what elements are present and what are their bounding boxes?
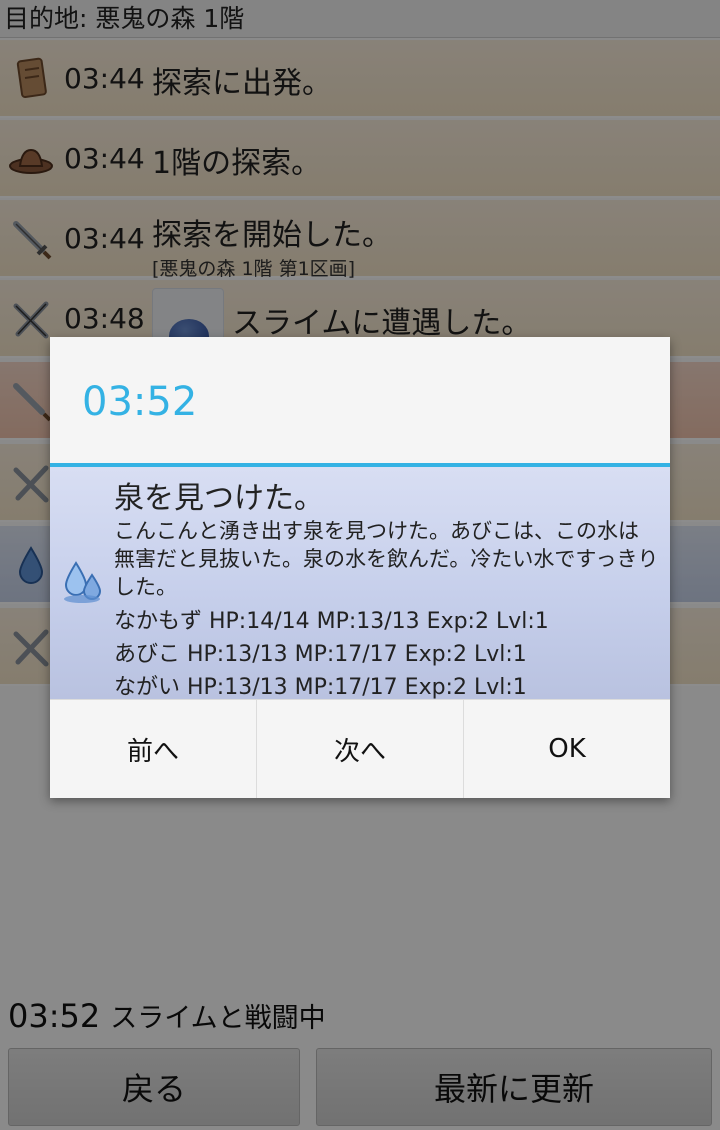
ok-button[interactable]: OK (464, 700, 670, 798)
event-dialog: 03:52 泉を見つけた。 こんこんと湧き出す泉を見つけた。あびこは、この水は無… (50, 337, 670, 798)
party-stat: ながい HP:13/13 MP:17/17 Exp:2 Lvl:1 (114, 675, 527, 700)
dialog-button-bar: 前へ 次へ OK (50, 699, 670, 798)
dialog-heading: 泉を見つけた。 (114, 481, 324, 516)
prev-button[interactable]: 前へ (50, 700, 257, 798)
next-button[interactable]: 次へ (257, 700, 464, 798)
water-drop-icon (58, 557, 106, 605)
dialog-body: こんこんと湧き出す泉を見つけた。あびこは、この水は無害だと見抜いた。泉の水を飲ん… (114, 519, 659, 599)
dialog-title: 03:52 (82, 379, 198, 425)
party-stat: あびこ HP:13/13 MP:17/17 Exp:2 Lvl:1 (114, 642, 527, 667)
party-stat: なかもず HP:14/14 MP:13/13 Exp:2 Lvl:1 (114, 609, 549, 634)
dialog-content: 泉を見つけた。 こんこんと湧き出す泉を見つけた。あびこは、この水は無害だと見抜い… (50, 467, 670, 700)
